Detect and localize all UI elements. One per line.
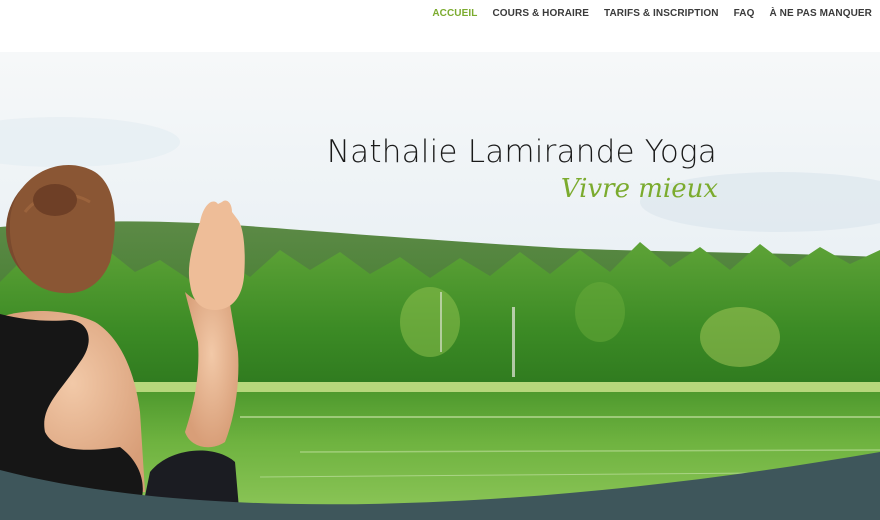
- nav-tarifs-inscription[interactable]: TARIFS & INSCRIPTION: [604, 8, 719, 19]
- hero-tagline: Vivre mieux: [560, 174, 718, 204]
- nav-a-ne-pas-manquer[interactable]: À NE PAS MANQUER: [769, 8, 872, 19]
- nav-accueil[interactable]: ACCUEIL: [432, 8, 477, 19]
- hero-image: [0, 52, 880, 520]
- main-nav: ACCUEIL COURS & HORAIRE TARIFS & INSCRIP…: [432, 8, 872, 19]
- hero-banner: Nathalie Lamirande Yoga Vivre mieux: [0, 52, 880, 520]
- site-header: ACCUEIL COURS & HORAIRE TARIFS & INSCRIP…: [0, 0, 880, 52]
- nav-faq[interactable]: FAQ: [734, 8, 755, 19]
- hero-title: Nathalie Lamirande Yoga: [326, 134, 717, 170]
- nav-cours-horaire[interactable]: COURS & HORAIRE: [492, 8, 589, 19]
